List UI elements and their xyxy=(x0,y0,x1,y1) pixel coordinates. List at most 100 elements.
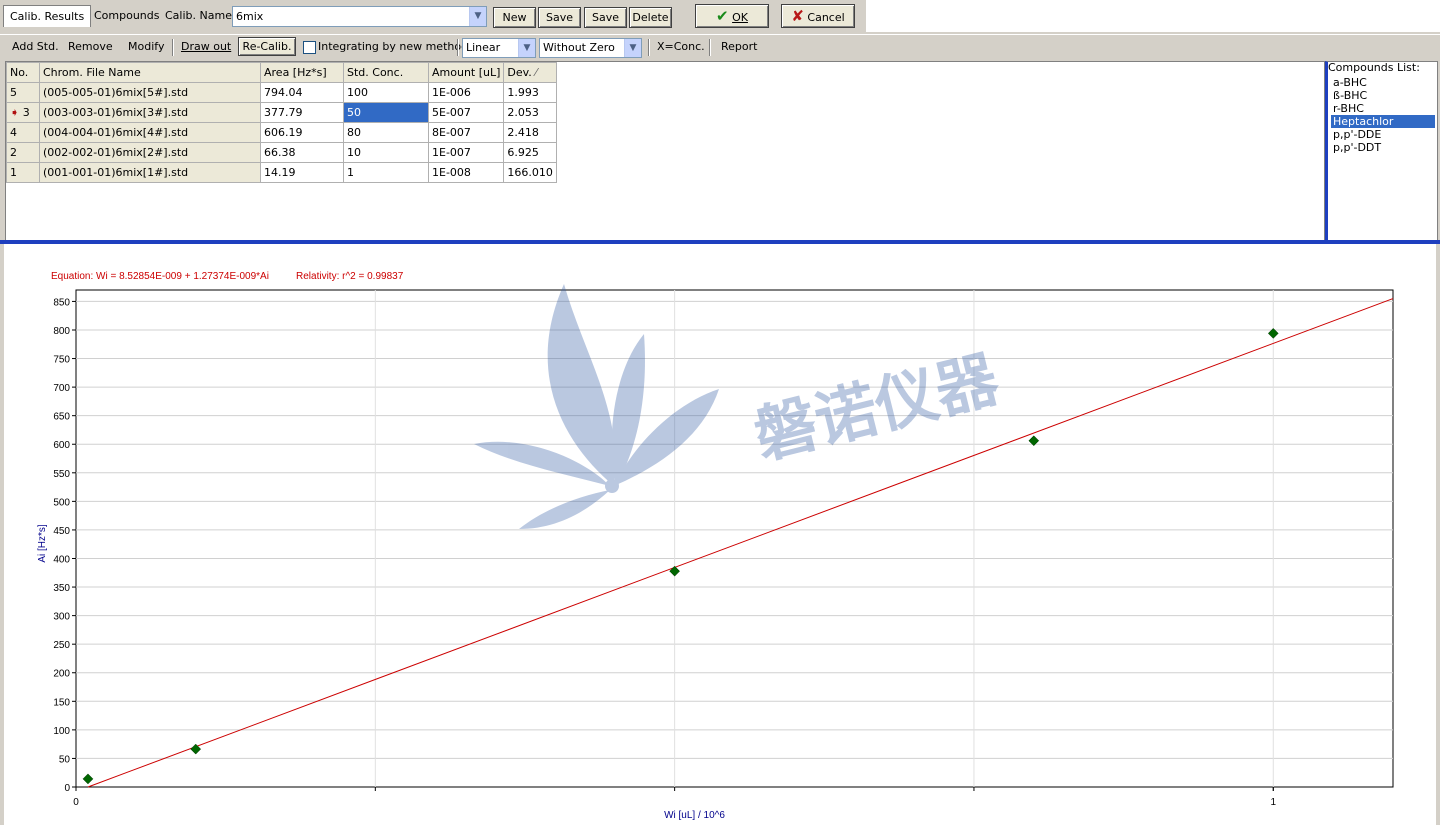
cell-area: 606.19 xyxy=(260,122,344,143)
table-row[interactable]: 4 (004-004-01)6mix[4#].std 606.19 80 8E-007 2… xyxy=(6,122,557,143)
y-tick-label: 750 xyxy=(53,355,70,366)
ok-label: OK xyxy=(732,11,748,24)
y-tick-label: 250 xyxy=(53,640,70,651)
cell-dev-value: 6.925 xyxy=(507,146,539,159)
column-header-dev[interactable]: Dev. ⁄ xyxy=(503,62,557,83)
report-button[interactable]: Report xyxy=(721,39,757,55)
tab-compounds[interactable]: Compounds xyxy=(88,5,166,27)
toolbar-separator xyxy=(709,39,711,56)
fit-type-value: Linear xyxy=(466,41,501,54)
x-conc-button[interactable]: X=Conc. xyxy=(657,39,705,55)
toolbar: Add Std. Remove Modify Draw out Re-Calib… xyxy=(0,34,1440,60)
save-button[interactable]: Save xyxy=(538,7,581,28)
cell-amount: 1E-006 xyxy=(427,82,505,103)
cell-amount: 5E-007 xyxy=(427,102,505,123)
re-calib-button[interactable]: Re-Calib. xyxy=(238,37,296,56)
column-header-file[interactable]: Chrom. File Name xyxy=(39,62,261,83)
fit-type-select[interactable]: Linear ▼ xyxy=(462,38,536,58)
cell-dev-value: 166.010 xyxy=(507,166,553,179)
compounds-list-title: Compounds List: xyxy=(1328,61,1420,74)
calib-name-value: 6mix xyxy=(236,10,264,23)
new-button[interactable]: New xyxy=(493,7,536,28)
compound-list-item[interactable]: Heptachlor xyxy=(1331,115,1435,128)
equation-text: Equation: Wi = 8.52854E-009 + 1.27374E-0… xyxy=(51,271,269,282)
add-std-button[interactable]: Add Std. xyxy=(12,39,59,55)
chevron-down-icon[interactable]: ▼ xyxy=(518,39,535,57)
sort-indicator-icon: ⁄ xyxy=(535,66,538,79)
zero-mode-select[interactable]: Without Zero ▼ xyxy=(539,38,642,58)
cell-amount-value: 5E-007 xyxy=(432,106,471,119)
cell-area-value: 377.79 xyxy=(264,106,303,119)
cell-conc[interactable]: 1 xyxy=(343,162,429,183)
x-axis-label: Wi [uL] / 10^6 xyxy=(664,810,725,821)
column-header-conc[interactable]: Std. Conc. xyxy=(343,62,429,83)
y-tick-label: 100 xyxy=(53,726,70,737)
delete-button[interactable]: Delete xyxy=(629,7,672,28)
calibration-chart-panel: Equation: Wi = 8.52854E-009 + 1.27374E-0… xyxy=(4,244,1436,825)
cell-no: 2 xyxy=(6,142,40,163)
cell-conc[interactable]: 100 xyxy=(343,82,429,103)
y-axis-label: Ai [Hz*s] xyxy=(37,524,48,563)
chart-grid: 0 50 100 150 200 250 300 350 400 450 500 550 600 650 7… xyxy=(37,289,1394,821)
cell-area-value: 606.19 xyxy=(264,126,303,139)
cell-no-value: 2 xyxy=(10,146,17,159)
tab-calib-results[interactable]: Calib. Results xyxy=(3,5,92,27)
compound-list-item[interactable]: ß-BHC xyxy=(1331,89,1369,102)
cell-file: (003-003-01)6mix[3#].std xyxy=(39,102,261,123)
y-tick-label: 450 xyxy=(53,526,70,537)
cell-no: 5 xyxy=(6,82,40,103)
cell-file: (005-005-01)6mix[5#].std xyxy=(39,82,261,103)
cell-amount: 1E-007 xyxy=(427,142,505,163)
compound-list-item[interactable]: a-BHC xyxy=(1331,76,1369,89)
cell-conc[interactable]: 50 xyxy=(343,102,429,123)
y-tick-label: 300 xyxy=(53,612,70,623)
draw-out-button[interactable]: Draw out xyxy=(181,39,231,55)
cell-file: (001-001-01)6mix[1#].std xyxy=(39,162,261,183)
chevron-down-icon[interactable]: ▼ xyxy=(469,7,486,26)
cell-conc-value: 100 xyxy=(347,86,368,99)
column-header-area[interactable]: Area [Hz*s] xyxy=(260,62,344,83)
cell-dev: 166.010 xyxy=(503,162,557,183)
ok-button[interactable]: ✔ OK xyxy=(695,4,769,28)
x-tick-label: 1 xyxy=(1270,797,1276,808)
y-tick-label: 350 xyxy=(53,583,70,594)
remove-button[interactable]: Remove xyxy=(68,39,113,55)
integrating-checkbox[interactable] xyxy=(303,41,316,54)
table-row[interactable]: 2 (002-002-01)6mix[2#].std 66.38 10 1E-007 6.… xyxy=(6,142,557,163)
cell-no: ➧ 3 xyxy=(6,102,40,123)
cell-area-value: 794.04 xyxy=(264,86,303,99)
top-bar: Calib. Results Compounds Calib. Name 6mi… xyxy=(0,0,866,43)
cell-no: 4 xyxy=(6,122,40,143)
cell-dev: 2.053 xyxy=(503,102,557,123)
save-as-button[interactable]: Save as xyxy=(584,7,627,43)
results-table: No. Chrom. File Name Area [Hz*s] Std. Co… xyxy=(6,62,557,183)
cell-conc-value: 1 xyxy=(347,166,354,179)
compound-list-item[interactable]: r-BHC xyxy=(1331,102,1366,115)
y-tick-label: 50 xyxy=(59,754,71,765)
table-row[interactable]: 1 (001-001-01)6mix[1#].std 14.19 1 1E-008 166… xyxy=(6,162,557,183)
modify-button[interactable]: Modify xyxy=(128,39,164,55)
cell-no: 1 xyxy=(6,162,40,183)
table-row[interactable]: 5 (005-005-01)6mix[5#].std 794.04 100 1E-006… xyxy=(6,82,557,103)
cancel-label: Cancel xyxy=(807,11,845,24)
cell-file-value: (002-002-01)6mix[2#].std xyxy=(43,146,189,159)
cell-file-value: (005-005-01)6mix[5#].std xyxy=(43,86,189,99)
cell-area: 14.19 xyxy=(260,162,344,183)
calib-name-select[interactable]: 6mix ▼ xyxy=(232,6,487,27)
compounds-list: Compounds List: a-BHC ß-BHC r-BHC Heptachlo… xyxy=(1325,61,1438,241)
column-header-no[interactable]: No. xyxy=(6,62,40,83)
cell-conc[interactable]: 80 xyxy=(343,122,429,143)
y-tick-label: 800 xyxy=(53,326,70,337)
cancel-button[interactable]: ✘ Cancel xyxy=(781,4,855,28)
cell-dev-value: 2.053 xyxy=(507,106,539,119)
toolbar-separator xyxy=(648,39,650,56)
cell-conc[interactable]: 10 xyxy=(343,142,429,163)
table-row[interactable]: ➧ 3 (003-003-01)6mix[3#].std 377.79 50 5E-00… xyxy=(6,102,557,123)
compound-list-item[interactable]: p,p'-DDE xyxy=(1331,128,1383,141)
y-tick-label: 550 xyxy=(53,469,70,480)
chevron-down-icon[interactable]: ▼ xyxy=(624,39,641,57)
compound-list-item[interactable]: p,p'-DDT xyxy=(1331,141,1383,154)
cell-area-value: 14.19 xyxy=(264,166,296,179)
column-header-amount[interactable]: Amount [uL] xyxy=(427,62,505,83)
cell-file: (004-004-01)6mix[4#].std xyxy=(39,122,261,143)
